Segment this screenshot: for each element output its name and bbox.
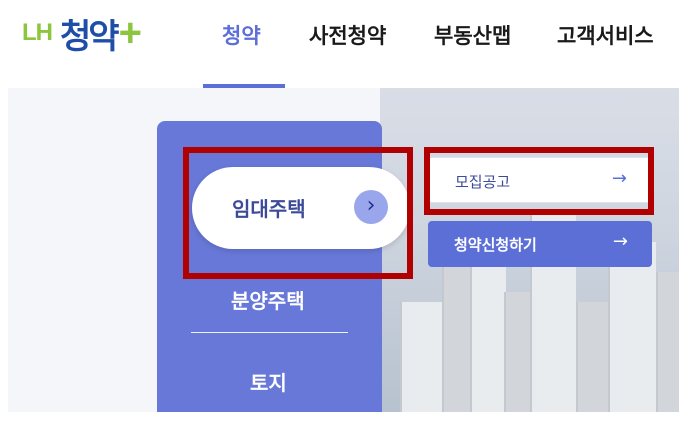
rental-housing-label: 임대주택 <box>232 197 306 221</box>
building-shape <box>608 242 656 412</box>
notice-label: 모집공고 <box>455 173 511 191</box>
notice-button[interactable]: 모집공고 → <box>428 157 652 203</box>
menu-item-sale-housing[interactable]: 분양주택 <box>231 285 305 314</box>
building-shape <box>442 262 472 412</box>
nav-item-subscription[interactable]: 청약 <box>222 20 261 50</box>
building-shape <box>400 302 442 412</box>
menu-divider <box>191 332 348 333</box>
menu-item-rental-housing[interactable]: 임대주택 › <box>192 167 410 249</box>
building-shape <box>504 292 530 412</box>
logo-main-text: 청약 <box>60 16 120 57</box>
building-shape <box>656 272 679 412</box>
site-header: LH 청약 + 청약 사전청약 부동산맵 고객서비스 <box>0 0 679 88</box>
arrow-right-icon: → <box>611 168 627 189</box>
building-shape <box>576 302 608 412</box>
arrow-right-icon: → <box>612 231 628 252</box>
nav-item-customer-service[interactable]: 고객서비스 <box>557 20 654 50</box>
apply-label: 청약신청하기 <box>454 236 537 254</box>
apply-button[interactable]: 청약신청하기 → <box>428 221 652 267</box>
logo-plus-icon: + <box>118 11 142 55</box>
menu-item-land[interactable]: 토지 <box>250 367 287 396</box>
nav-item-realestate-map[interactable]: 부동산맵 <box>434 20 511 50</box>
logo-lh-text: LH <box>22 19 53 46</box>
chevron-right-icon[interactable]: › <box>354 190 388 224</box>
nav-item-pre-subscription[interactable]: 사전청약 <box>309 20 386 50</box>
lh-logo[interactable]: LH 청약 + <box>22 8 142 58</box>
